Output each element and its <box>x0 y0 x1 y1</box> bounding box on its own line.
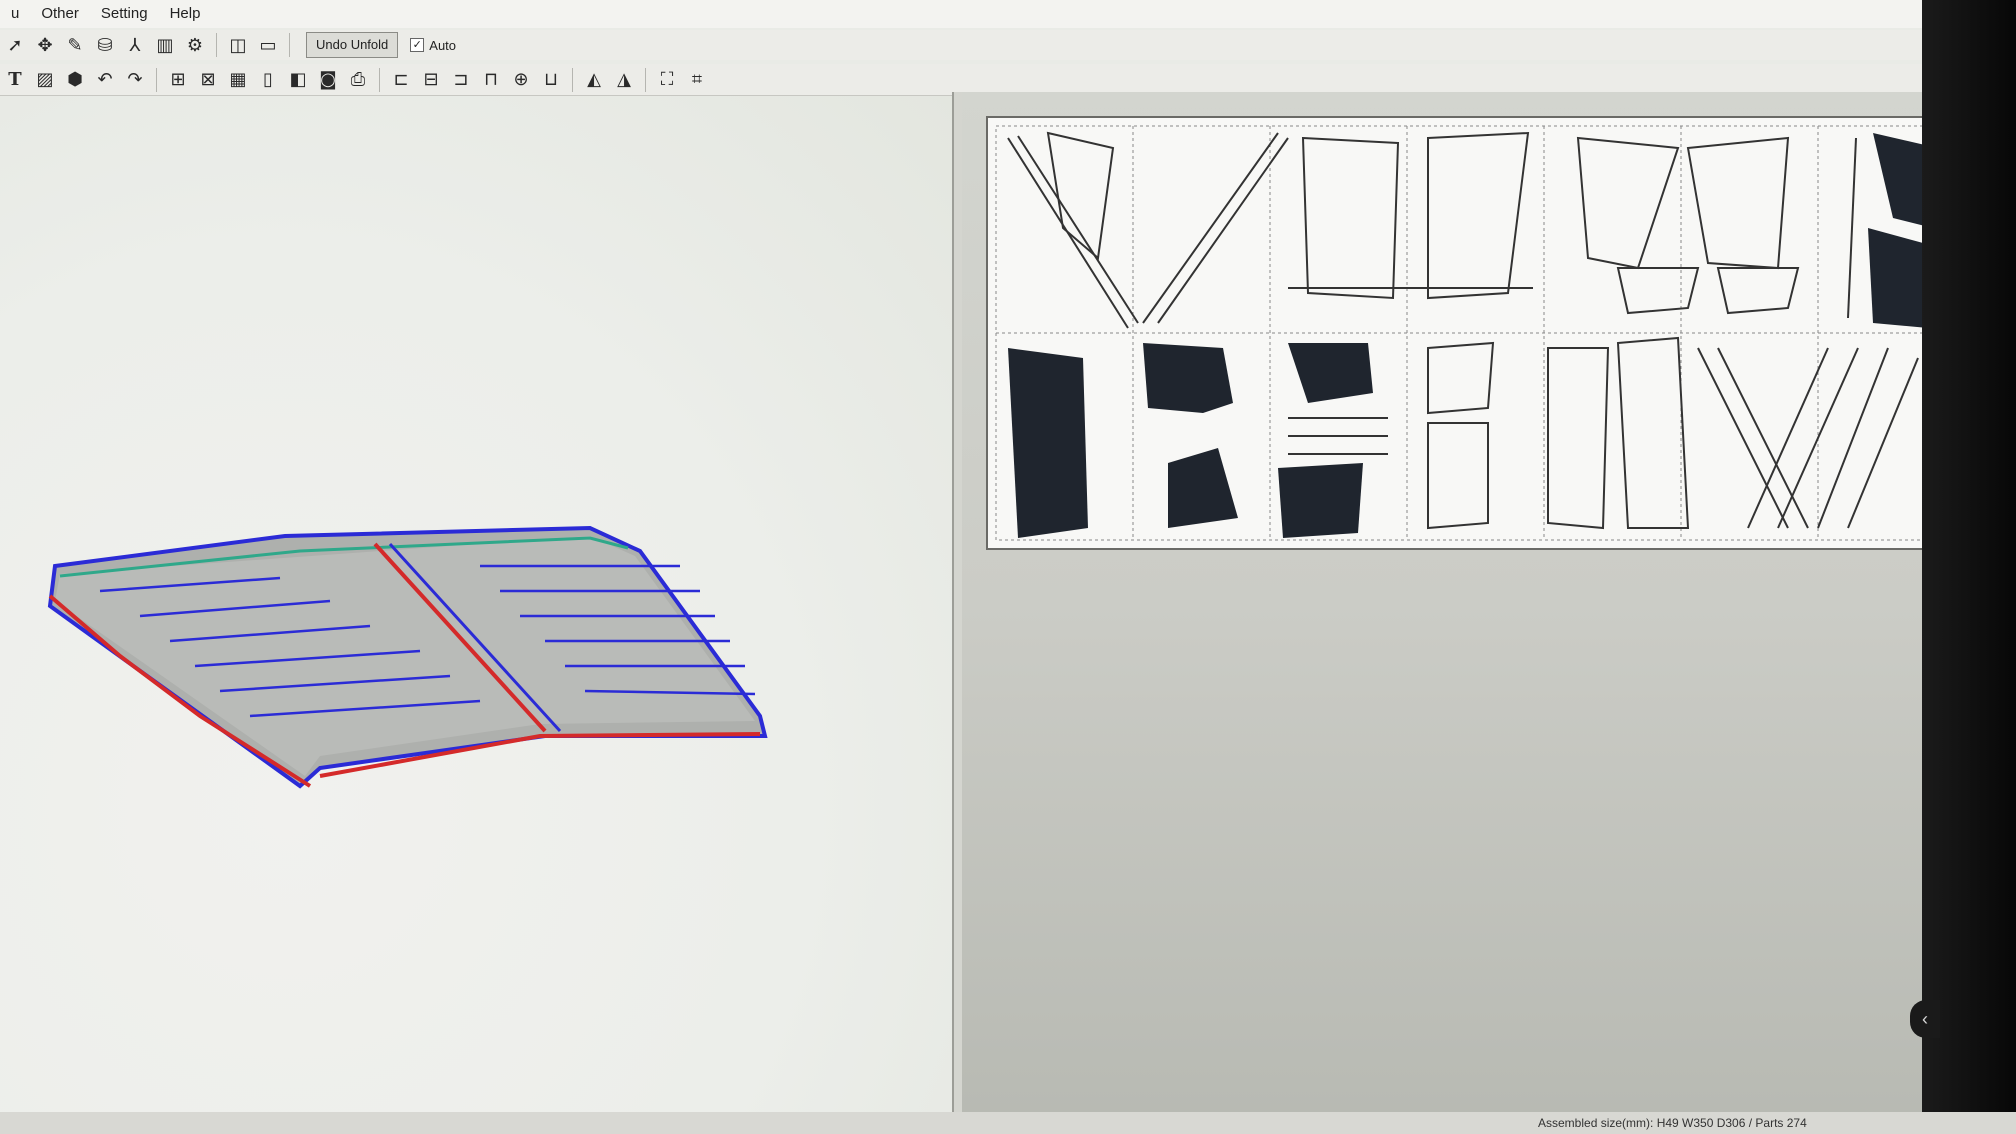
toolbar-divider <box>216 33 217 57</box>
link-icon[interactable]: ⚙ <box>182 32 208 58</box>
split-view-icon[interactable]: ▥ <box>152 32 178 58</box>
auto-checkbox[interactable]: ✓ <box>410 38 425 52</box>
redo-icon[interactable]: ↷ <box>122 67 148 93</box>
menu-other[interactable]: Other <box>30 0 90 28</box>
auto-toggle[interactable]: ✓ Auto <box>410 38 456 53</box>
menu-setting[interactable]: Setting <box>90 0 159 28</box>
unfolded-parts-layout <box>995 125 1945 541</box>
status-bar: Assembled size(mm): H49 W350 D306 / Part… <box>0 1112 2016 1134</box>
toolbar-divider <box>156 67 157 92</box>
toolbar-row-1: ➚ ✥ ✎ ⛁ ⅄ ▥ ⚙ ◫ ▭ Undo Unfold ✓ Auto <box>0 30 2016 60</box>
single-pane-icon[interactable]: ▭ <box>255 32 281 58</box>
flip-horizontal-icon[interactable]: ◭ <box>581 67 607 93</box>
cylinder-icon[interactable]: ⛁ <box>92 32 118 58</box>
select-pointer-icon[interactable]: ➚ <box>2 32 28 58</box>
2d-unfold-view[interactable] <box>962 92 1954 1112</box>
collapse-panel-button[interactable]: ‹ <box>1910 1000 1940 1038</box>
align-left-icon[interactable]: ⊏ <box>388 67 414 93</box>
rotate-tool-icon[interactable]: ✥ <box>32 32 58 58</box>
align-right-icon[interactable]: ⊐ <box>448 67 474 93</box>
toolbar-divider <box>379 67 380 92</box>
two-pane-icon[interactable]: ◫ <box>225 32 251 58</box>
menu-partial-item[interactable]: u <box>0 0 30 28</box>
book-icon[interactable]: ⊞ <box>165 67 191 93</box>
assembled-size-status: Assembled size(mm): H49 W350 D306 / Part… <box>1538 1116 1807 1130</box>
align-middle-icon[interactable]: ⊕ <box>508 67 534 93</box>
align-bottom-icon[interactable]: ⊔ <box>538 67 564 93</box>
filled-parts <box>1008 133 1938 538</box>
menu-bar: u Other Setting Help <box>0 0 2016 28</box>
toolbar-divider <box>572 67 573 92</box>
grid-icon[interactable]: ▦ <box>225 67 251 93</box>
paper-sheet[interactable] <box>986 116 1954 550</box>
image-tool-icon[interactable]: ▨ <box>32 67 58 93</box>
3d-model-view[interactable] <box>0 96 952 1112</box>
cube-icon[interactable]: ⬢ <box>62 67 88 93</box>
layout-icon[interactable]: ⊠ <box>195 67 221 93</box>
print-icon[interactable]: ⎙ <box>345 67 371 93</box>
monitor-bezel <box>1922 0 2016 1134</box>
fit-page-icon[interactable]: ⛶ <box>654 67 680 93</box>
toolbar-divider <box>645 67 646 92</box>
outline-parts-bottom <box>1288 336 1919 530</box>
page-grid <box>995 125 1945 541</box>
select-all-icon[interactable]: ⌗ <box>684 67 710 93</box>
flip-vertical-icon[interactable]: ◮ <box>611 67 637 93</box>
align-center-icon[interactable]: ⊟ <box>418 67 444 93</box>
toolbar-divider <box>289 33 290 57</box>
auto-label: Auto <box>429 37 457 53</box>
undo-unfold-button[interactable]: Undo Unfold <box>306 32 399 58</box>
page-flip-icon[interactable]: ◧ <box>285 67 311 93</box>
axis-icon[interactable]: ⅄ <box>122 32 148 58</box>
menu-help[interactable]: Help <box>159 0 212 28</box>
undo-icon[interactable]: ↶ <box>92 67 118 93</box>
align-top-icon[interactable]: ⊓ <box>478 67 504 93</box>
text-tool-icon[interactable]: T <box>2 67 28 93</box>
paint-bucket-icon[interactable]: ✎ <box>62 32 88 58</box>
3d-wing-model[interactable] <box>0 96 952 1112</box>
page-icon[interactable]: ▯ <box>255 67 281 93</box>
camera-icon[interactable]: ◙ <box>315 67 341 93</box>
outline-parts <box>1007 131 1857 329</box>
